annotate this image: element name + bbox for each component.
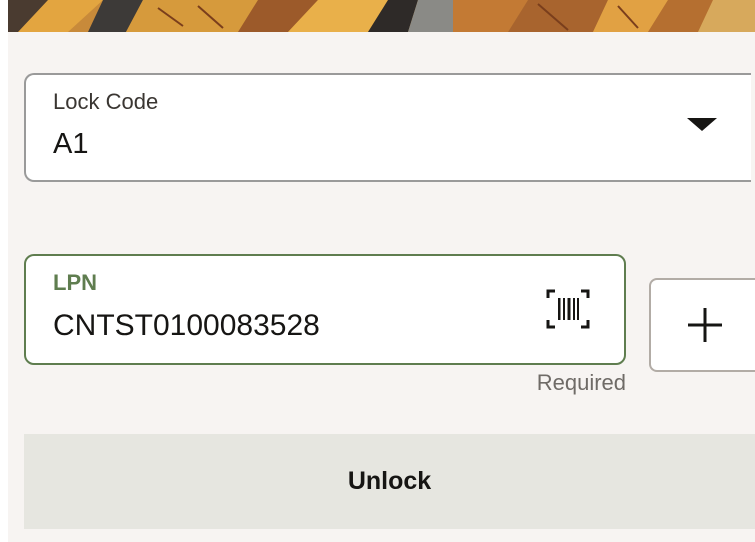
plus-icon: [688, 308, 722, 342]
unlock-button[interactable]: Unlock: [24, 434, 755, 529]
caret-down-icon[interactable]: [687, 118, 717, 131]
barcode-scan-icon[interactable]: [546, 289, 590, 329]
add-lpn-button[interactable]: [649, 278, 755, 372]
lpn-field[interactable]: LPN: [24, 254, 626, 365]
lock-code-value: A1: [53, 128, 89, 160]
lpn-label: LPN: [53, 270, 97, 295]
decorative-banner: [8, 0, 755, 32]
lock-code-select[interactable]: Lock Code A1: [24, 73, 751, 182]
lock-code-label: Lock Code: [53, 89, 159, 114]
lpn-required-hint: Required: [536, 370, 626, 395]
banner-pattern: [8, 0, 755, 32]
lpn-input[interactable]: [53, 306, 523, 346]
page: Lock Code A1 LPN Required Unlock: [0, 0, 755, 542]
